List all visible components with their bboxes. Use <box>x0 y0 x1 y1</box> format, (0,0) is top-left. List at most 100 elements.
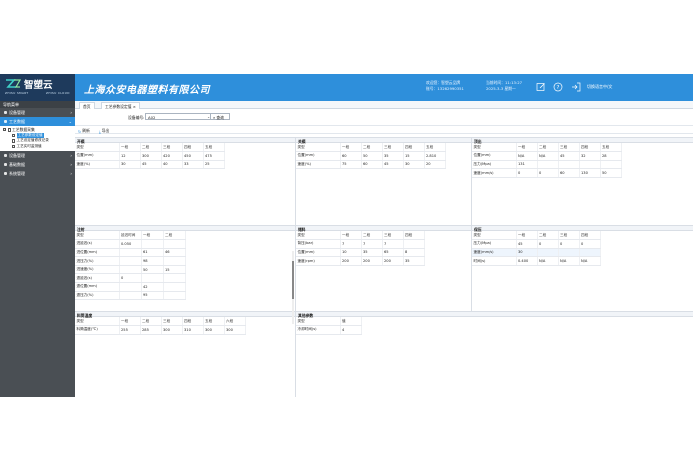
table-header-cell: 一段 <box>340 143 362 153</box>
user-info: 欢迎您：智塑云品牌 账号：13262990351 <box>426 80 464 92</box>
table-row: 速度(mm/s) 30 <box>472 248 601 258</box>
table-hold: 类型 一段 二段 三段 四段 压力(Mpa) 45 0 0 0 速度(mm/s) 30 时间(s) 0.4… <box>472 231 601 266</box>
table-header-cell: 五段 <box>203 143 225 153</box>
row-label-cell: 进位置(mm) <box>75 248 120 258</box>
table-cell: 98 <box>141 256 164 266</box>
sidebar-item-device[interactable]: 设备管理 › <box>0 108 75 117</box>
table-cell: 420 <box>161 151 183 161</box>
edit-icon[interactable] <box>536 82 546 92</box>
table-cell: 0 <box>579 239 601 249</box>
table-header-cell: 一段 <box>119 143 141 153</box>
table-header-cell: 类型 <box>472 143 517 153</box>
filter-bar: 设备编号: A02 ⌄ ⌕ 查询 <box>75 110 693 123</box>
table-open-mold: 类型 一段 二段 三段 四段 五段 位置(mm) 12 300 420 450 475 速度(%) 30 4… <box>75 143 225 170</box>
row-label-cell: 退压力(%) <box>75 291 120 301</box>
table-cell: 60 <box>361 160 383 170</box>
row-label-cell: 速度(%) <box>296 160 341 170</box>
chevron-right-icon: › <box>70 153 72 158</box>
sidebar-item-system[interactable]: 系统管理 › <box>0 169 75 178</box>
table-header-row: 类型 一段 二段 三段 四段 <box>472 231 601 241</box>
sidebar-item-label: 设备管理 <box>9 109 25 115</box>
row-label-cell: 速度(mm/s) <box>472 248 517 258</box>
logo: 智塑云 ZHISU SMART ZHISU CLOUD <box>0 74 75 101</box>
table-cell: 0.400 <box>516 256 538 266</box>
tab-process-setpoint[interactable]: 工艺参数设定值 × <box>101 102 140 109</box>
logout-icon[interactable] <box>571 82 581 92</box>
table-injection: 类型 延迟时间 一段 二段 进延迟(s) 0.050 进位置(mm) 61 46 进压力(%) 98… <box>75 231 186 301</box>
search-button[interactable]: ⌕ 查询 <box>210 113 230 120</box>
tree-leaf-realtime[interactable]: 工艺实时监测值 <box>3 144 75 150</box>
table-cell: 45 <box>140 160 162 170</box>
table-header-cell: 二段 <box>140 143 162 153</box>
language-switch[interactable]: 切换语言中/文 <box>587 84 612 90</box>
table-header-cell: 类型 <box>75 143 120 153</box>
table-cell <box>141 239 164 249</box>
table-header-cell: 六段 <box>224 317 246 327</box>
sidebar-item-label: 系统管理 <box>9 170 25 176</box>
panel-eject: 顶出 类型 一段 二段 三段 四段 五段 位置(mm) N/A N/A 45 32 28 压力(Mpa)… <box>472 137 693 178</box>
scrollbar-thumb[interactable] <box>292 261 294 299</box>
sidebar-tree: − 工艺数据采集 工艺参数设定值 工艺设定值修改记录 工艺实时监测值 <box>0 126 75 151</box>
document-icon <box>12 133 15 137</box>
table-header-cell: 类型 <box>296 231 341 241</box>
table-cell: 45 <box>382 160 404 170</box>
time-info: 当前时间：11:13:27 2025-3-3 星期一 <box>486 80 522 92</box>
table-header-cell: 类型 <box>296 317 341 327</box>
table-cell: 0 <box>119 273 142 284</box>
table-cell: 0 <box>537 168 559 178</box>
row-label-cell: 时间(s) <box>472 256 517 266</box>
company-name: 上海众安电器塑料有限公司 <box>84 85 210 96</box>
sidebar-title: 导航菜单 <box>0 101 75 108</box>
row-label-cell: 进速度(%) <box>75 265 120 275</box>
logo-sub-left: ZHISU SMART <box>5 91 29 95</box>
table-cell <box>119 256 142 266</box>
table-cell: 10 <box>340 248 362 258</box>
export-button[interactable]: ⤓ 导出 <box>99 128 109 134</box>
table-cell <box>163 273 186 284</box>
table-header-cell: 三段 <box>382 143 404 153</box>
table-cell <box>119 248 142 258</box>
help-icon[interactable]: ? <box>553 82 563 92</box>
row-label-cell: 退位置(mm) <box>75 282 120 292</box>
collapse-icon: − <box>3 128 7 132</box>
sidebar-item-equipment[interactable]: 设备管理 › <box>0 151 75 160</box>
table-cell: 45 <box>558 151 580 161</box>
table-cell: 50 <box>361 151 383 161</box>
table-header-row: 类型 一段 二段 三段 四段 五段 <box>296 143 446 153</box>
sidebar-item-label: 基础数据 <box>9 161 25 167</box>
table-header-cell: 五段 <box>424 143 446 153</box>
table-header-cell: 类型 <box>75 317 120 327</box>
table-row: 退压力(%) 95 <box>75 291 186 301</box>
refresh-button[interactable]: ↻ 刷新 <box>78 128 90 134</box>
table-cell <box>558 160 580 170</box>
main-content: 首页 工艺参数设定值 × 设备编号: A02 ⌄ ⌕ 查询 ↻ 刷新 ⤓ 导出 <box>75 101 693 397</box>
table-row: 位置(mm) N/A N/A 45 32 28 <box>472 151 622 161</box>
panel-storage: 储料 类型 一段 二段 三段 四段 背压(bar) 7 7 7 位置(mm) 10 35 65 8 速度(r… <box>296 225 471 266</box>
table-cell: 200 <box>340 256 362 266</box>
table-cell: 285 <box>140 325 162 335</box>
sidebar-item-basic-data[interactable]: 基础数据 › <box>0 160 75 169</box>
table-cell: 2.810 <box>424 151 446 161</box>
table-cell: 310 <box>182 325 204 335</box>
table-cell: 25 <box>203 160 225 170</box>
table-cell: 15 <box>163 265 186 275</box>
table-cell: 12 <box>119 151 141 161</box>
table-cell <box>403 239 425 249</box>
table-cell <box>163 239 186 249</box>
table-cell <box>119 282 142 292</box>
device-select[interactable]: A02 ⌄ <box>145 113 213 120</box>
row-label-cell: 位置(mm) <box>296 151 341 161</box>
row-label-cell: 退延迟(s) <box>75 273 120 284</box>
chevron-right-icon: › <box>70 162 72 167</box>
sidebar-item-process[interactable]: 工艺数据 ⌄ <box>0 117 75 126</box>
table-row: 背压(bar) 7 7 7 <box>296 239 425 249</box>
table-cell <box>579 160 601 170</box>
tab-home[interactable]: 首页 <box>79 102 95 109</box>
panel-open-mold: 开模 类型 一段 二段 三段 四段 五段 位置(mm) 12 300 420 450 475 速度(%)… <box>75 137 295 170</box>
table-cell: 35 <box>403 256 425 266</box>
table-row: 速度(%) 30 45 40 33 25 <box>75 160 225 170</box>
device-select-value: A02 <box>148 115 156 120</box>
table-header-cell: 一段 <box>141 231 164 241</box>
table-row: 进位置(mm) 61 46 <box>75 248 186 258</box>
search-button-label: 查询 <box>216 115 224 120</box>
